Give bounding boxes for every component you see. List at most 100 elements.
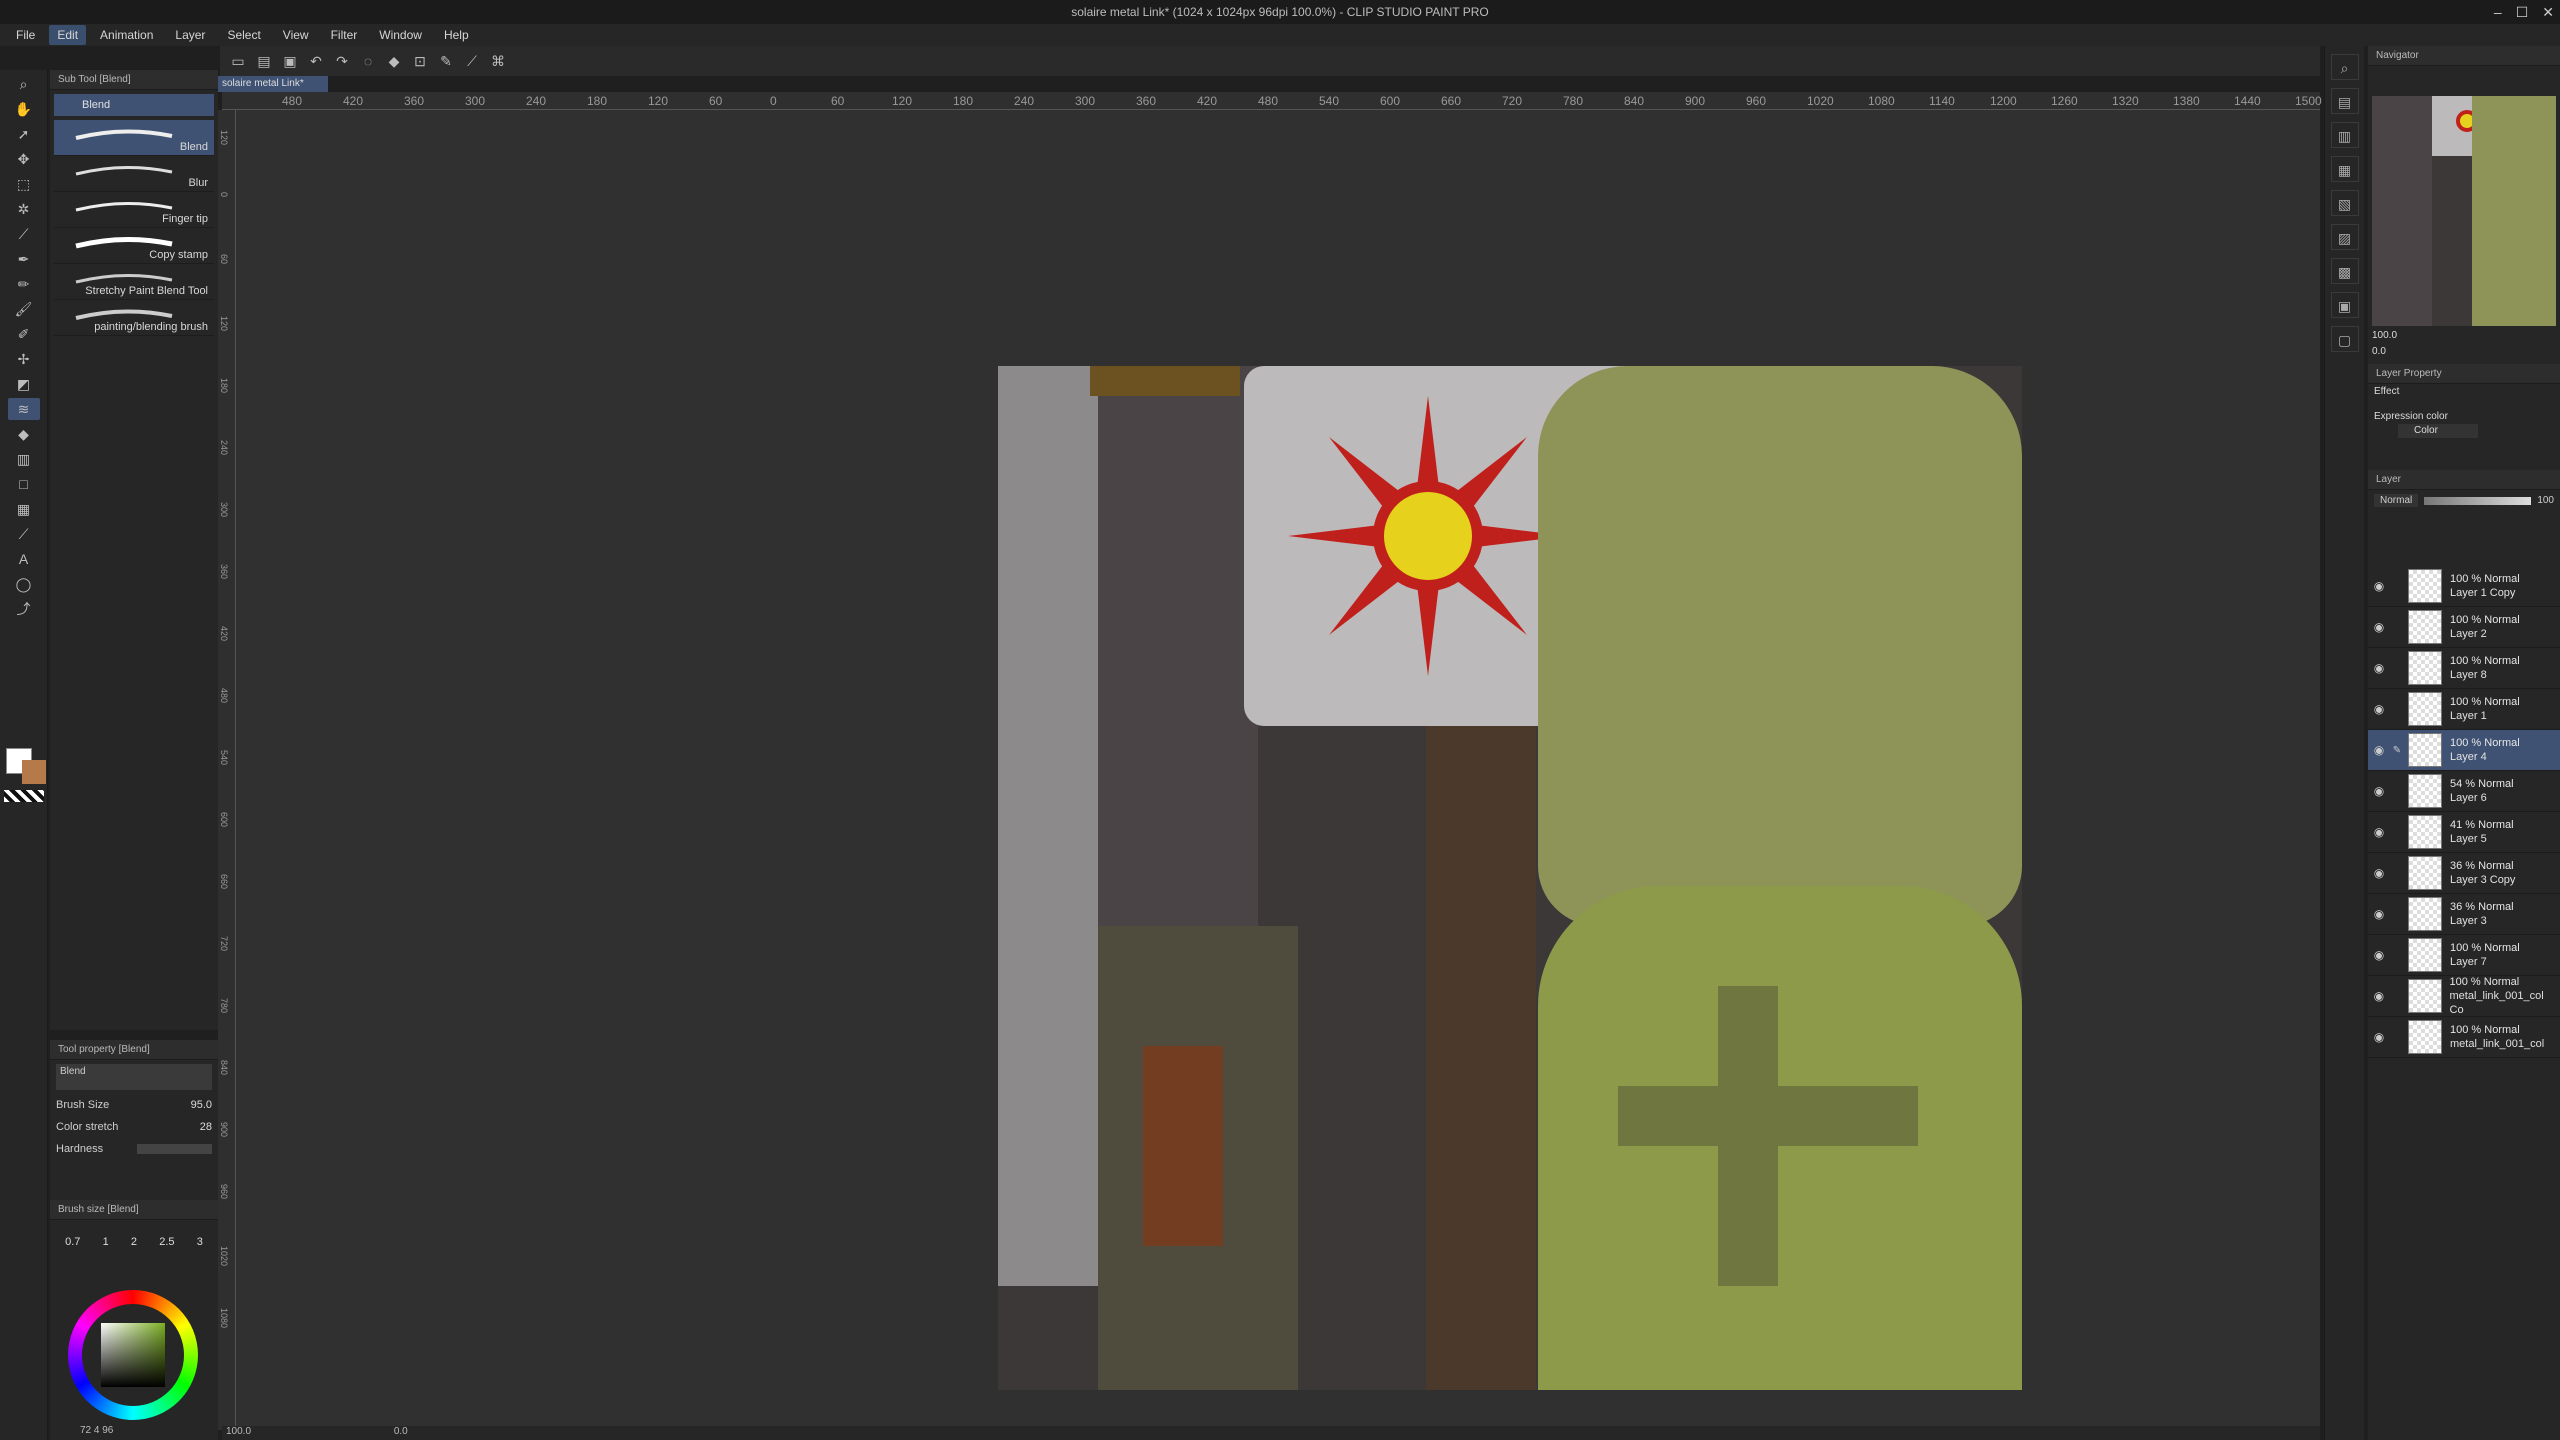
decoration-tool-icon[interactable]: ✢ [8, 348, 40, 370]
new-canvas-icon[interactable]: ▭ [228, 51, 248, 71]
brush-tool-icon[interactable]: 🖌 [8, 298, 40, 320]
navigator-rotation[interactable]: 0.0 [2372, 346, 2386, 357]
opacity-value[interactable]: 100 [2537, 495, 2554, 506]
minimize-icon[interactable]: – [2494, 4, 2502, 20]
saturation-value-square[interactable] [101, 1323, 165, 1387]
eye-icon[interactable]: ◉ [2368, 661, 2390, 675]
menu-layer[interactable]: Layer [167, 25, 213, 45]
blend-mode-select[interactable]: Normal [2374, 494, 2419, 507]
fill-tool-icon[interactable]: ◆ [8, 423, 40, 445]
menu-filter[interactable]: Filter [323, 25, 366, 45]
subtool-group-tab[interactable]: Blend [54, 94, 214, 116]
color-stretch-value[interactable]: 28 [152, 1121, 212, 1133]
zoom-tool-icon[interactable]: ⌕ [8, 73, 40, 95]
sub-color-swatch[interactable] [22, 760, 46, 784]
menu-help[interactable]: Help [436, 25, 477, 45]
canvas[interactable] [998, 366, 2022, 1390]
panel-icon-2[interactable]: ▥ [2330, 122, 2359, 148]
brush-item-copy-stamp[interactable]: Copy stamp [54, 228, 214, 264]
opacity-slider[interactable] [2424, 496, 2532, 505]
brush-size-row[interactable]: Brush Size 95.0 [50, 1094, 218, 1116]
layer-row[interactable]: ◉ 100 % Normal Layer 2 [2368, 607, 2560, 648]
eye-icon[interactable]: ◉ [2368, 907, 2390, 921]
fill-icon[interactable]: ◆ [384, 51, 404, 71]
menu-animation[interactable]: Animation [92, 25, 161, 45]
pencil-tool-icon[interactable]: ✏ [8, 273, 40, 295]
eye-icon[interactable]: ◉ [2368, 702, 2390, 716]
layer-row[interactable]: ◉ 100 % Normal Layer 7 [2368, 935, 2560, 976]
eye-icon[interactable]: ◉ [2368, 866, 2390, 880]
panel-icon-5[interactable]: ▨ [2330, 224, 2359, 250]
operation-tool-icon[interactable]: ➚ [8, 123, 40, 145]
ruler-tool-icon[interactable]: ⟋ [8, 523, 40, 545]
menu-file[interactable]: File [8, 25, 43, 45]
status-rotate[interactable]: 0.0 [394, 1426, 408, 1437]
brush-item-painting-blending[interactable]: painting/blending brush [54, 300, 214, 336]
eyedropper-icon[interactable]: ⟋ [8, 223, 40, 245]
brush-item-stretchy-paint[interactable]: Stretchy Paint Blend Tool [54, 264, 214, 300]
pen-icon[interactable]: ✎ [436, 51, 456, 71]
layer-row[interactable]: ◉ 41 % Normal Layer 5 [2368, 812, 2560, 853]
save-icon[interactable]: ▣ [280, 51, 300, 71]
transform-icon[interactable]: ⊡ [410, 51, 430, 71]
canvas-area[interactable] [236, 110, 2320, 1430]
eye-icon[interactable]: ◉ [2368, 620, 2390, 634]
brush-item-blend[interactable]: Blend [54, 120, 214, 156]
layer-row[interactable]: ◉ 100 % Normal Layer 8 [2368, 648, 2560, 689]
size-preset[interactable]: 0.7 [65, 1236, 80, 1248]
layer-row[interactable]: ◉ 100 % Normal metal_link_001_col [2368, 1017, 2560, 1058]
eye-icon[interactable]: ◉ [2368, 579, 2390, 593]
gradient-tool-icon[interactable]: ▥ [8, 448, 40, 470]
layer-row[interactable]: ◉ 36 % Normal Layer 3 [2368, 894, 2560, 935]
expression-color-select[interactable]: Color [2398, 424, 2478, 438]
panel-icon-3[interactable]: ▦ [2330, 156, 2359, 182]
navigator-thumbnail[interactable] [2372, 96, 2556, 326]
panel-icon-4[interactable]: ▧ [2330, 190, 2359, 216]
size-preset[interactable]: 3 [197, 1236, 203, 1248]
eye-icon[interactable]: ◉ [2368, 825, 2390, 839]
status-zoom[interactable]: 100.0 [226, 1426, 251, 1437]
size-preset[interactable]: 1 [103, 1236, 109, 1248]
eye-icon[interactable]: ◉ [2368, 1030, 2390, 1044]
selection-tool-icon[interactable]: ⬚ [8, 173, 40, 195]
balloon-tool-icon[interactable]: ◯ [8, 573, 40, 595]
open-icon[interactable]: ▤ [254, 51, 274, 71]
menu-select[interactable]: Select [219, 25, 268, 45]
eraser-tool-icon[interactable]: ◩ [8, 373, 40, 395]
redo-icon[interactable]: ↷ [332, 51, 352, 71]
panel-icon-7[interactable]: ▣ [2330, 292, 2359, 318]
blend-tool-icon[interactable]: ≋ [7, 398, 40, 420]
hardness-slider[interactable] [137, 1144, 212, 1154]
hardness-row[interactable]: Hardness [50, 1138, 218, 1160]
color-wheel[interactable] [68, 1290, 198, 1420]
layer-row-selected[interactable]: ◉ ✎ 100 % Normal Layer 4 [2368, 730, 2560, 771]
menu-window[interactable]: Window [371, 25, 430, 45]
brush-item-finger-tip[interactable]: Finger tip [54, 192, 214, 228]
eye-icon[interactable]: ◉ [2368, 743, 2390, 757]
auto-select-icon[interactable]: ✲ [8, 198, 40, 220]
panel-icon-6[interactable]: ▩ [2330, 258, 2359, 284]
transparent-color-swatch[interactable] [4, 790, 44, 802]
color-stretch-row[interactable]: Color stretch 28 [50, 1116, 218, 1138]
frame-tool-icon[interactable]: ▦ [8, 498, 40, 520]
text-tool-icon[interactable]: A [8, 548, 40, 570]
reference-icon[interactable]: ⌘ [488, 51, 508, 71]
undo-icon[interactable]: ↶ [306, 51, 326, 71]
eye-icon[interactable]: ◉ [2368, 989, 2390, 1003]
layer-row[interactable]: ◉ 100 % Normal Layer 1 Copy [2368, 566, 2560, 607]
size-preset[interactable]: 2 [131, 1236, 137, 1248]
layer-row[interactable]: ◉ 100 % Normal Layer 1 [2368, 689, 2560, 730]
hand-tool-icon[interactable]: ✋ [8, 98, 40, 120]
eye-icon[interactable]: ◉ [2368, 948, 2390, 962]
layer-row[interactable]: ◉ 36 % Normal Layer 3 Copy [2368, 853, 2560, 894]
close-icon[interactable]: ✕ [2542, 4, 2554, 21]
brush-size-value[interactable]: 95.0 [152, 1099, 212, 1111]
navigator-zoom[interactable]: 100.0 [2372, 330, 2397, 341]
size-preset[interactable]: 2.5 [159, 1236, 174, 1248]
layer-row[interactable]: ◉ 100 % Normal metal_link_001_col Co [2368, 976, 2560, 1017]
correct-line-icon[interactable]: ⤴ [8, 598, 40, 620]
menu-view[interactable]: View [275, 25, 317, 45]
layer-row[interactable]: ◉ 54 % Normal Layer 6 [2368, 771, 2560, 812]
panel-icon-8[interactable]: ▢ [2330, 326, 2359, 352]
brush-item-blur[interactable]: Blur [54, 156, 214, 192]
